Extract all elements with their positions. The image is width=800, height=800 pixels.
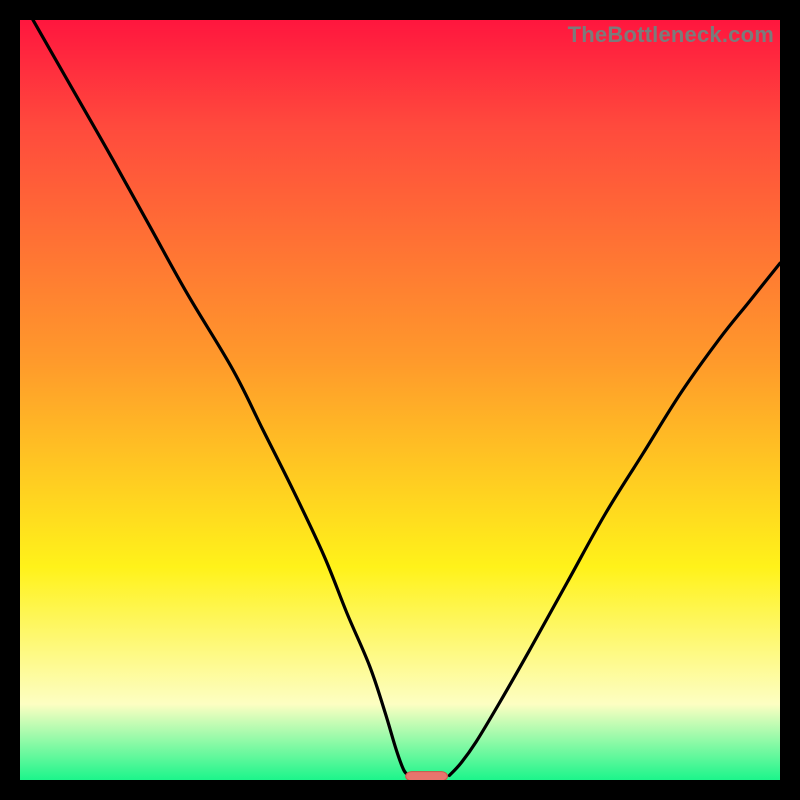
watermark-text: TheBottleneck.com [568,22,774,48]
plot-area [20,20,780,780]
chart-frame: TheBottleneck.com [20,20,780,780]
chart-svg [20,20,780,780]
optimal-marker [406,772,448,780]
gradient-background [20,20,780,780]
